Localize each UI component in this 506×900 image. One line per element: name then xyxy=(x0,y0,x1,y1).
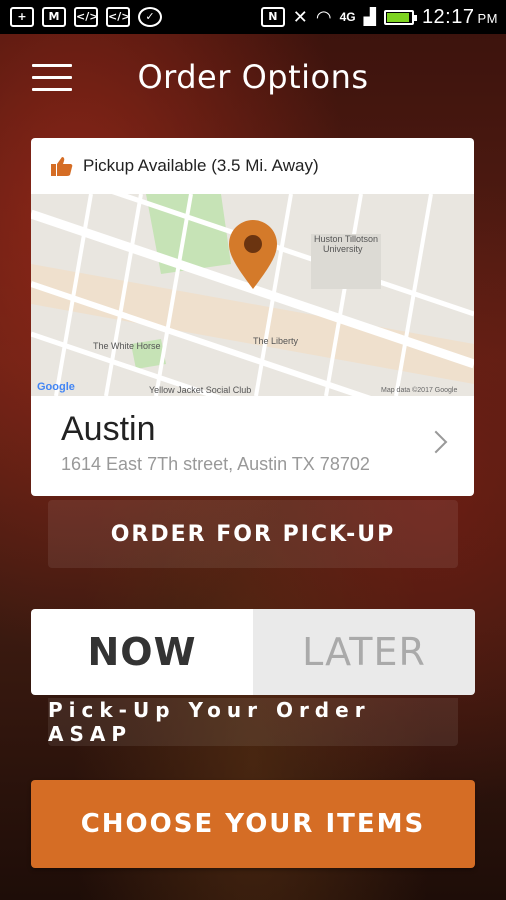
pickup-card: Pickup Available (3.5 Mi. Away) Huston T… xyxy=(31,138,474,496)
choose-items-button[interactable]: CHOOSE YOUR ITEMS xyxy=(31,780,475,868)
map[interactable]: Huston Tillotson University The White Ho… xyxy=(31,194,474,396)
nfc-icon: N xyxy=(260,7,285,27)
map-label-yellow-jacket: Yellow Jacket Social Club xyxy=(149,385,251,395)
signal-icon: ▟ xyxy=(363,9,376,26)
map-attribution: Map data ©2017 Google xyxy=(381,386,457,394)
map-label-white-horse: The White Horse xyxy=(93,341,161,351)
availability-row: Pickup Available (3.5 Mi. Away) xyxy=(31,138,474,194)
city-name: Austin xyxy=(61,410,156,448)
asap-caption: Pick-Up Your Order ASAP xyxy=(48,698,458,746)
clock: 12:17 PM xyxy=(421,5,498,28)
location-row[interactable]: Austin 1614 East 7Th street, Austin TX 7… xyxy=(31,396,474,496)
4g-lte-icon: 4G xyxy=(339,10,356,24)
chevron-right-icon xyxy=(424,430,448,454)
address-text: 1614 East 7Th street, Austin TX 78702 xyxy=(61,454,370,474)
add-icon: + xyxy=(10,7,34,27)
later-option[interactable]: LATER xyxy=(253,609,475,695)
order-for-pickup-button[interactable]: ORDER FOR PICK-UP xyxy=(48,500,458,568)
thumbs-up-icon xyxy=(51,157,73,176)
header: Order Options xyxy=(0,34,506,124)
timing-toggle: NOW LATER xyxy=(31,609,475,695)
map-label-liberty: The Liberty xyxy=(253,336,299,346)
chat-icon: ✓ xyxy=(138,7,162,27)
page-title: Order Options xyxy=(137,58,369,96)
mute-icon: ✕ xyxy=(292,6,308,27)
map-label-university-2: University xyxy=(323,244,363,254)
wifi-icon: ◠ xyxy=(315,6,332,27)
google-logo: Google xyxy=(37,381,75,393)
availability-text: Pickup Available (3.5 Mi. Away) xyxy=(83,156,319,175)
battery-icon xyxy=(383,9,417,25)
gmail-icon: M xyxy=(42,7,66,27)
map-label-university: Huston Tillotson xyxy=(314,234,378,244)
code-icon: </> xyxy=(106,7,130,27)
status-bar: + M </> </> ✓ N ✕ ◠ 4G ▟ 12:17 PM xyxy=(0,0,506,34)
code-icon: </> xyxy=(74,7,98,27)
now-option[interactable]: NOW xyxy=(31,609,253,695)
